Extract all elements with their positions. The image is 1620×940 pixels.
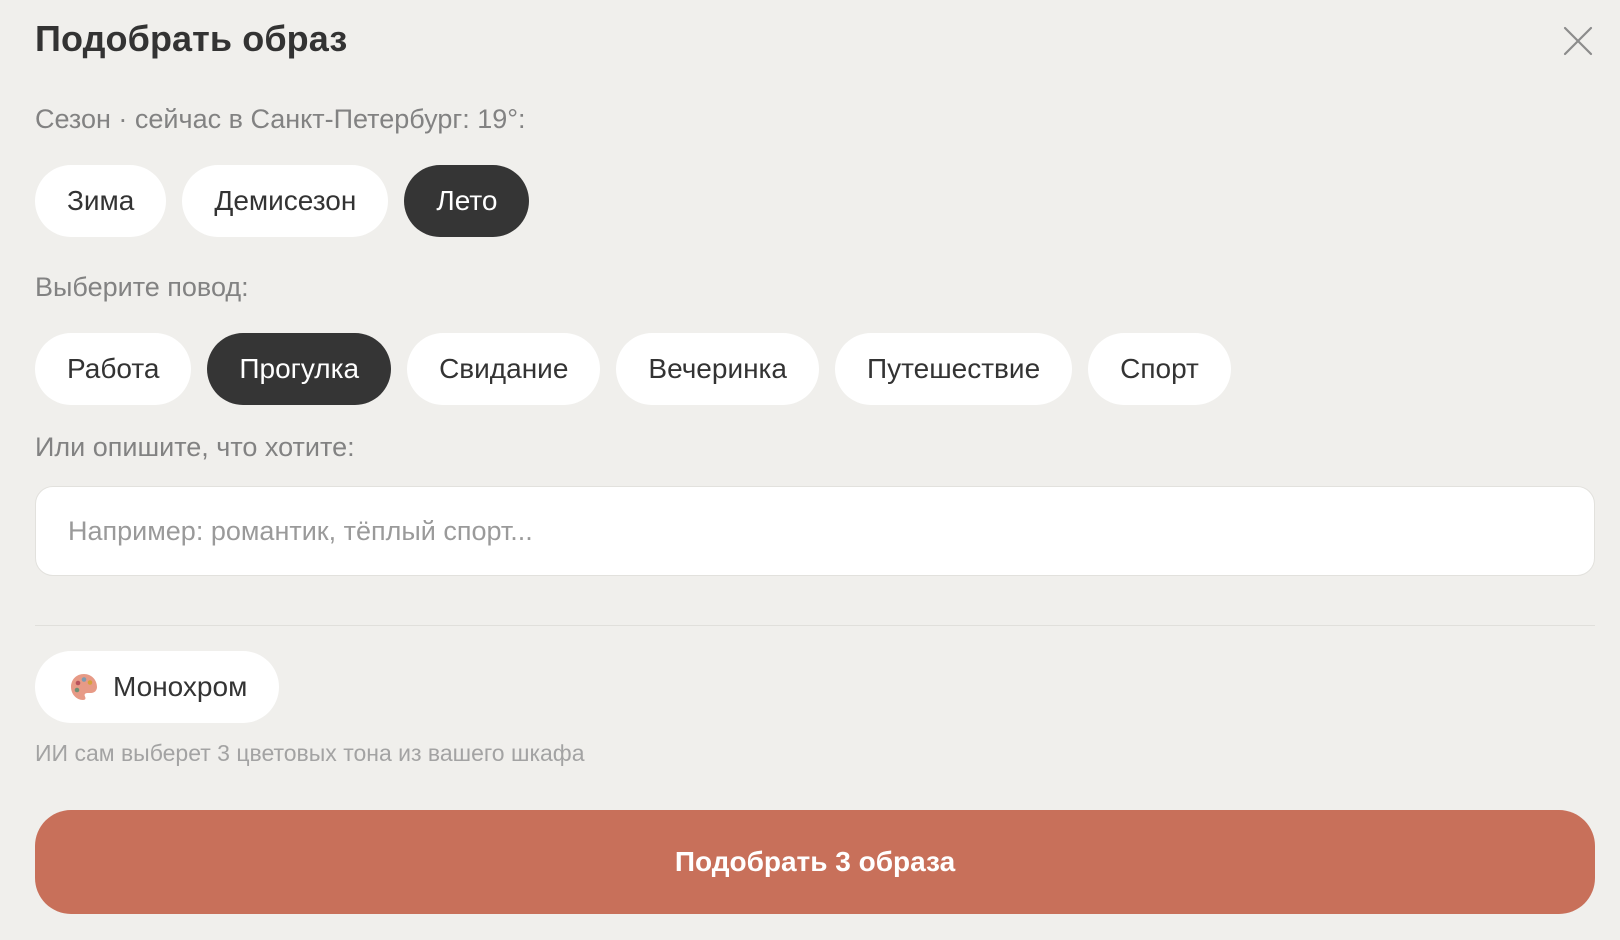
occasion-chip-work[interactable]: Работа (35, 333, 192, 405)
monochrome-hint: ИИ сам выберет 3 цветовых тона из вашего… (35, 740, 585, 766)
season-options: Зима Демисезон Лето (35, 165, 530, 237)
monochrome-label: Монохром (113, 671, 248, 702)
occasion-chip-travel[interactable]: Путешествие (834, 333, 1073, 405)
season-chip-summer[interactable]: Лето (404, 165, 530, 237)
close-icon[interactable] (1562, 25, 1594, 57)
occasion-chip-date[interactable]: Свидание (407, 333, 601, 405)
describe-input[interactable] (35, 486, 1595, 576)
monochrome-toggle[interactable]: Монохром (35, 651, 280, 723)
divider (35, 625, 1595, 626)
season-chip-winter[interactable]: Зима (35, 165, 167, 237)
occasion-options: Работа Прогулка Свидание Вечеринка Путеш… (35, 333, 1231, 405)
outfit-picker-modal: Подобрать образ Сезон · сейчас в Санкт-П… (0, 0, 1620, 940)
modal-title: Подобрать образ (35, 18, 348, 59)
occasion-chip-walk[interactable]: Прогулка (207, 333, 392, 405)
season-label: Сезон · сейчас в Санкт-Петербург: 19°: (35, 104, 526, 134)
occasion-chip-sport[interactable]: Спорт (1088, 333, 1231, 405)
season-chip-demiseason[interactable]: Демисезон (182, 165, 389, 237)
occasion-chip-party[interactable]: Вечеринка (616, 333, 819, 405)
submit-button[interactable]: Подобрать 3 образа (35, 810, 1595, 914)
palette-icon (71, 674, 97, 700)
occasion-label: Выберите повод: (35, 272, 249, 302)
describe-label: Или опишите, что хотите: (35, 432, 355, 462)
